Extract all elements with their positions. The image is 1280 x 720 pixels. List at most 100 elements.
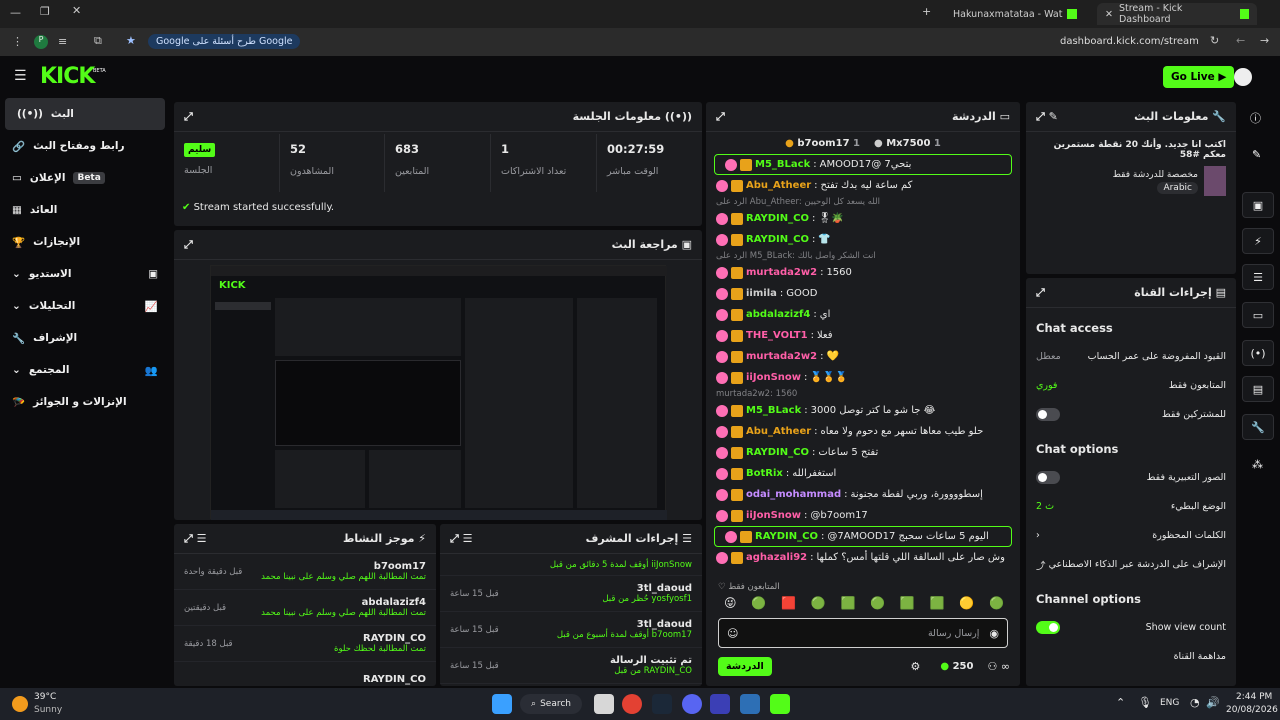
- app-icon[interactable]: [710, 694, 730, 714]
- chat-username[interactable]: RAYDIN_CO: [755, 531, 818, 542]
- home-icon[interactable]: [594, 694, 614, 714]
- mic-icon[interactable]: 🎙: [1138, 696, 1152, 709]
- restore-icon[interactable]: ❐: [40, 5, 50, 18]
- rail-video-icon[interactable]: ▣: [1242, 192, 1274, 218]
- app-icon[interactable]: [740, 694, 760, 714]
- chat-message-list[interactable]: M5_BLack: AMOOD17@ 7بتحي Abu_Atheer: كم ساع…: [706, 154, 1020, 568]
- chat-username[interactable]: iimila: [746, 288, 777, 299]
- tray-chevron-icon[interactable]: ⌃: [1116, 696, 1125, 709]
- bookmark-star-icon[interactable]: ★: [126, 34, 136, 47]
- rail-chat-icon[interactable]: ▭: [1242, 302, 1274, 328]
- sidebar-item-stream[interactable]: ((•)) البث: [5, 98, 165, 130]
- chat-username[interactable]: iiJonSnow: [746, 372, 801, 383]
- sidebar-item-key[interactable]: 🔗 رابط ومفتاح البث: [0, 130, 170, 162]
- chat-message[interactable]: murtada2w2:1560: [706, 262, 1020, 283]
- chat-message[interactable]: M5_BLack: AMOOD17@ 7بتحي: [714, 154, 1012, 175]
- banned-words-row[interactable]: › الكلمات المحظورة: [1026, 521, 1236, 550]
- expand-icon[interactable]: ⤢: [184, 110, 193, 124]
- chat-username[interactable]: M5_BLack: [746, 405, 801, 416]
- emote-icon[interactable]: 🟩: [930, 596, 945, 610]
- tab-kick-dashboard[interactable]: ✕ Stream - Kick Dashboard: [1097, 3, 1257, 25]
- emote-icon[interactable]: 🟥: [781, 596, 796, 610]
- tab-search-icon[interactable]: ≡: [58, 35, 67, 48]
- emote-icon[interactable]: 🟩: [900, 596, 915, 610]
- filter-icon[interactable]: ☰: [463, 532, 473, 545]
- sidebar-item-community[interactable]: ⌄ المجتمع 👥: [0, 354, 170, 386]
- slow-mode-row[interactable]: 2 ث الوضع البطيء: [1026, 492, 1236, 521]
- chat-username[interactable]: RAYDIN_CO: [746, 213, 809, 224]
- chat-message[interactable]: RAYDIN_CO: @7AMOOD17 اليوم 5 ساعات سحبج: [714, 526, 1012, 547]
- users-icon[interactable]: ⚇ ∞: [987, 660, 1010, 673]
- network-icon[interactable]: ◔: [1190, 696, 1200, 709]
- chat-username[interactable]: murtada2w2: [746, 351, 817, 362]
- lang-indicator[interactable]: ENG: [1160, 698, 1179, 708]
- url-text[interactable]: dashboard.kick.com/stream: [1060, 36, 1199, 47]
- rail-channel-icon[interactable]: ▤: [1242, 376, 1274, 402]
- expand-icon[interactable]: ⤢: [184, 532, 193, 545]
- clock-time[interactable]: 2:44 PM: [1236, 692, 1272, 702]
- forward-icon[interactable]: →: [1260, 34, 1269, 47]
- filter-icon[interactable]: ☰: [197, 532, 207, 545]
- sidebar-item-moderation[interactable]: 🔧 الإشراف: [0, 322, 170, 354]
- chat-username[interactable]: Abu_Atheer: [746, 426, 811, 437]
- chat-message[interactable]: iiJonSnow: 🏅🏅🏅: [706, 367, 1020, 388]
- chat-message[interactable]: Abu_Atheer: كم ساعة ليه بدك تفتح: [706, 175, 1020, 196]
- chat-username[interactable]: odai_mohammad: [746, 489, 841, 500]
- subscribers-only-toggle[interactable]: [1036, 408, 1060, 421]
- chat-username[interactable]: murtada2w2: [746, 267, 817, 278]
- show-view-count-toggle[interactable]: [1036, 621, 1060, 634]
- back-icon[interactable]: ←: [1236, 34, 1245, 47]
- kick-logo[interactable]: KICK: [40, 64, 95, 89]
- kick-app-icon[interactable]: [770, 694, 790, 714]
- chat-username[interactable]: RAYDIN_CO: [746, 447, 809, 458]
- emote-icon[interactable]: 🟢: [751, 596, 766, 610]
- chat-username[interactable]: BotRix: [746, 468, 783, 479]
- chat-send-button[interactable]: الدردشة: [718, 656, 772, 676]
- rail-live-icon[interactable]: (•): [1242, 340, 1274, 366]
- volume-icon[interactable]: 🔊: [1206, 696, 1220, 709]
- chat-message[interactable]: iimila: GOOD: [706, 283, 1020, 304]
- sidebar-item-revenue[interactable]: ▦ العائد: [0, 194, 170, 226]
- account-age-row[interactable]: معطل القيود المفروضة على عمر الحساب: [1026, 342, 1236, 371]
- chat-username[interactable]: M5_BLack: [755, 159, 810, 170]
- emoji-icon[interactable]: ☺: [727, 627, 738, 640]
- chat-username[interactable]: iiJonSnow: [746, 510, 801, 521]
- profile-icon[interactable]: P: [34, 35, 48, 49]
- menu-dots-icon[interactable]: ⋮: [12, 35, 23, 48]
- stream-preview-video[interactable]: KICK: [210, 265, 667, 520]
- close-tab-icon[interactable]: ✕: [1105, 9, 1113, 20]
- rail-apps-icon[interactable]: ⁂: [1252, 458, 1263, 471]
- expand-icon[interactable]: ⤢: [184, 238, 193, 252]
- category-name[interactable]: مخصصة للدردشة فقط: [1113, 170, 1198, 180]
- chat-username[interactable]: RAYDIN_CO: [746, 234, 809, 245]
- sidebar-item-achievements[interactable]: 🏆 الإنجازات: [0, 226, 170, 258]
- tab-hakuna[interactable]: Hakunaxmatataa - Watch the V: [945, 3, 1095, 25]
- expand-icon[interactable]: ⤢: [716, 110, 725, 124]
- chat-message[interactable]: abdalazizf4: اي: [706, 304, 1020, 325]
- edit-icon[interactable]: ✎: [1049, 110, 1058, 123]
- user-avatar[interactable]: [1234, 68, 1252, 86]
- settings-icon[interactable]: ⚙: [911, 660, 921, 673]
- chat-username[interactable]: Abu_Atheer: [746, 180, 811, 191]
- shield-icon[interactable]: ◉: [989, 627, 999, 640]
- emote-icon[interactable]: 🟢: [870, 596, 885, 610]
- chat-message[interactable]: RAYDIN_CO: 🎖🪴: [706, 208, 1020, 229]
- emote-icon[interactable]: 🟢: [989, 596, 1004, 610]
- windows-start-icon[interactable]: [492, 694, 512, 714]
- discord-icon[interactable]: [682, 694, 702, 714]
- info-icon[interactable]: ⓘ: [1250, 110, 1261, 126]
- chrome-icon[interactable]: [622, 694, 642, 714]
- sidebar-item-drops[interactable]: 🪂 الإنزالات و الجوائز: [0, 386, 170, 418]
- minimize-icon[interactable]: —: [10, 6, 21, 19]
- chat-input[interactable]: ☺ إرسال رسالة ◉: [718, 618, 1008, 648]
- weather-temp[interactable]: 39°C: [34, 692, 56, 702]
- close-window-icon[interactable]: ✕: [72, 4, 81, 17]
- raid-channel-row[interactable]: مداهمة القناة: [1026, 642, 1236, 671]
- edit-icon[interactable]: ✎: [1252, 148, 1261, 161]
- extensions-icon[interactable]: ⧉: [94, 34, 102, 48]
- sidebar-item-studio[interactable]: ⌄ الاستديو ▣: [0, 258, 170, 290]
- chat-username[interactable]: aghazali92: [746, 552, 807, 563]
- sidebar-item-analytics[interactable]: ⌄ التحليلات 📈: [0, 290, 170, 322]
- emote-icon[interactable]: 😜: [724, 596, 737, 610]
- emote-icon[interactable]: 🟡: [959, 596, 974, 610]
